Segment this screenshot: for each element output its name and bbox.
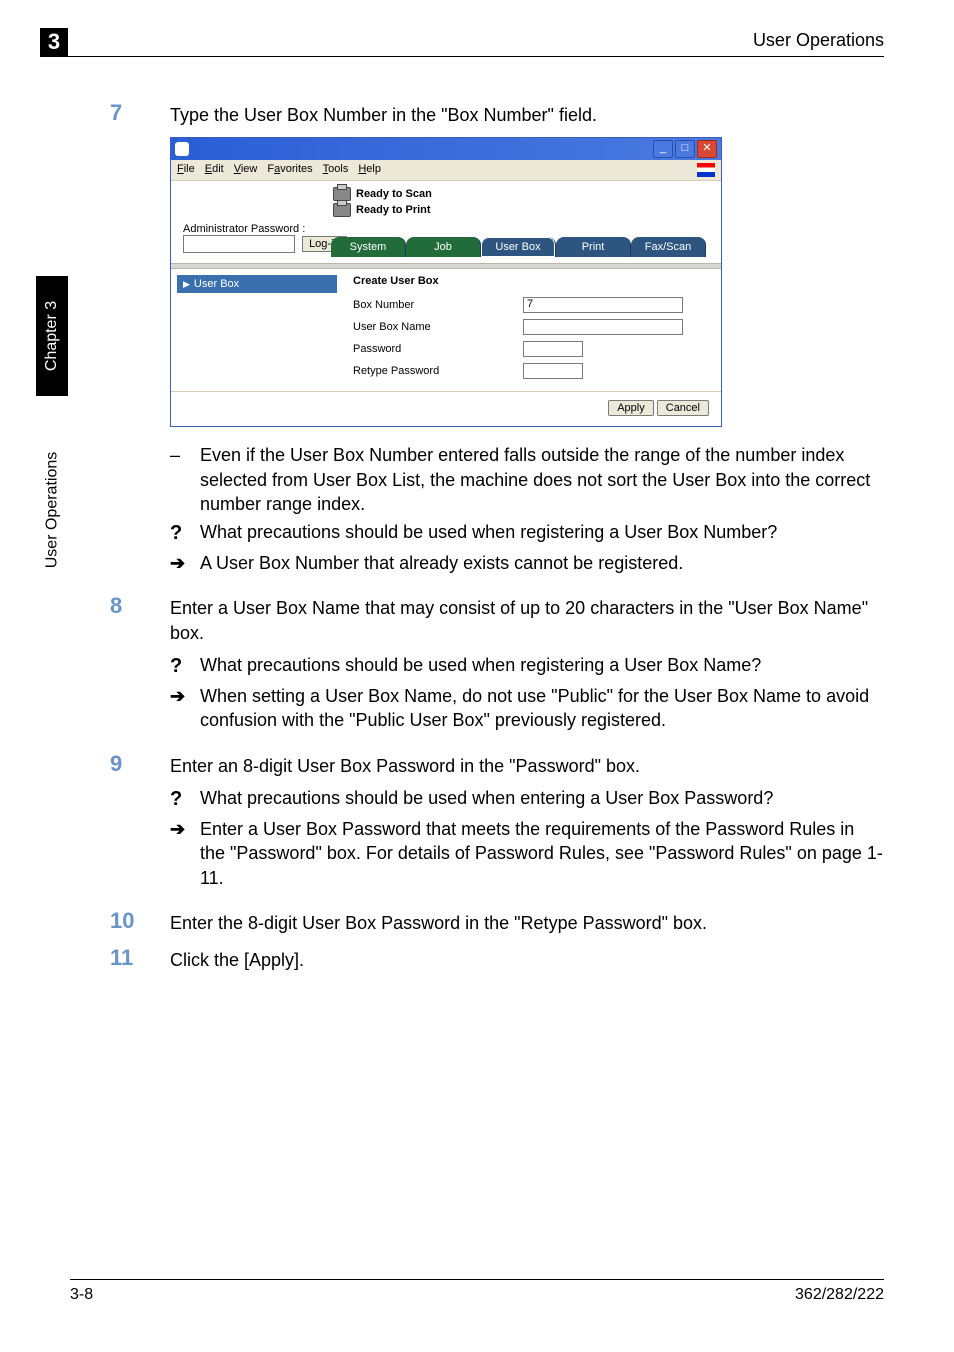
panel-title: Create User Box <box>353 275 711 287</box>
step9-question: What precautions should be used when ent… <box>200 786 884 813</box>
step-9: 9 Enter an 8-digit User Box Password in … <box>110 751 884 778</box>
step-number: 11 <box>110 945 170 972</box>
question-icon: ? <box>170 653 200 680</box>
arrow-icon: ➔ <box>170 551 200 575</box>
cancel-button[interactable]: Cancel <box>657 400 709 416</box>
side-chapter-label: Chapter 3 <box>43 301 61 371</box>
step7-answer: A User Box Number that already exists ca… <box>200 551 884 575</box>
step-7: 7 Type the User Box Number in the "Box N… <box>110 100 884 127</box>
printer-icon <box>333 187 351 201</box>
step-number: 9 <box>110 751 170 778</box>
status-print: Ready to Print <box>356 204 431 216</box>
window-titlebar: _ □ ✕ <box>171 138 721 160</box>
chapter-number-tab: 3 <box>40 28 68 56</box>
box-number-input[interactable]: 7 <box>523 297 683 313</box>
step-8: 8 Enter a User Box Name that may consist… <box>110 593 884 645</box>
minimize-button[interactable]: _ <box>653 140 673 158</box>
retype-password-input[interactable] <box>523 363 583 379</box>
user-box-name-input[interactable] <box>523 319 683 335</box>
dash-marker: – <box>170 443 200 516</box>
page-footer: 3-8 362/282/222 <box>70 1279 884 1304</box>
step-number: 7 <box>110 100 170 127</box>
sidebar-item-user-box[interactable]: User Box <box>177 275 337 293</box>
printer-icon <box>333 203 351 217</box>
retype-password-label: Retype Password <box>353 365 523 377</box>
nav-tabs: System Job User Box Print Fax/Scan <box>331 237 721 257</box>
admin-password-input[interactable] <box>183 235 295 253</box>
step-text: Enter the 8-digit User Box Password in t… <box>170 908 884 935</box>
admin-password-label: Administrator Password : <box>183 223 305 235</box>
browser-menubar: File Edit View Favorites Tools Help <box>171 160 721 181</box>
step-number: 10 <box>110 908 170 935</box>
user-box-name-label: User Box Name <box>353 321 523 333</box>
step9-answer: Enter a User Box Password that meets the… <box>200 817 884 890</box>
side-section-text: User Operations <box>36 405 68 615</box>
footer-page-number: 3-8 <box>70 1286 93 1304</box>
arrow-icon: ➔ <box>170 817 200 890</box>
menu-tools[interactable]: Tools <box>323 163 349 177</box>
printer-status-row: Ready to Scan Ready to Print <box>171 181 721 219</box>
step8-question: What precautions should be used when reg… <box>200 653 884 680</box>
step8-answer: When setting a User Box Name, do not use… <box>200 684 884 733</box>
step7-note: Even if the User Box Number entered fall… <box>200 443 884 516</box>
step7-question: What precautions should be used when reg… <box>200 520 884 547</box>
question-icon: ? <box>170 786 200 813</box>
side-section-label: User Operations <box>43 452 61 569</box>
menu-help[interactable]: Help <box>358 163 381 177</box>
tab-fax-scan[interactable]: Fax/Scan <box>631 237 706 257</box>
step-11: 11 Click the [Apply]. <box>110 945 884 972</box>
password-label: Password <box>353 343 523 355</box>
status-scan: Ready to Scan <box>356 188 432 200</box>
password-input[interactable] <box>523 341 583 357</box>
menu-favorites[interactable]: Favorites <box>267 163 312 177</box>
tab-job[interactable]: Job <box>406 237 481 257</box>
step-number: 8 <box>110 593 170 645</box>
box-number-label: Box Number <box>353 299 523 311</box>
maximize-button[interactable]: □ <box>675 140 695 158</box>
page-header-title: User Operations <box>753 30 884 51</box>
arrow-icon: ➔ <box>170 684 200 733</box>
close-button[interactable]: ✕ <box>697 140 717 158</box>
windows-flag-icon <box>697 163 715 177</box>
step-text: Click the [Apply]. <box>170 945 884 972</box>
step-10: 10 Enter the 8-digit User Box Password i… <box>110 908 884 935</box>
step-text: Enter an 8-digit User Box Password in th… <box>170 751 884 778</box>
tab-print[interactable]: Print <box>556 237 631 257</box>
tab-system[interactable]: System <box>331 237 406 257</box>
side-chapter-tab: Chapter 3 <box>36 276 68 396</box>
ie-icon <box>175 142 189 156</box>
apply-button[interactable]: Apply <box>608 400 654 416</box>
menu-edit[interactable]: Edit <box>205 163 224 177</box>
header-divider <box>40 56 884 57</box>
tab-user-box[interactable]: User Box <box>481 237 556 257</box>
step-text: Type the User Box Number in the "Box Num… <box>170 100 884 127</box>
menu-view[interactable]: View <box>234 163 258 177</box>
menu-file[interactable]: File <box>177 163 195 177</box>
question-icon: ? <box>170 520 200 547</box>
admin-password-area: Administrator Password : Log-in <box>183 223 347 253</box>
browser-window: _ □ ✕ File Edit View Favorites Tools Hel… <box>170 137 722 427</box>
footer-model-number: 362/282/222 <box>795 1286 884 1304</box>
step-text: Enter a User Box Name that may consist o… <box>170 593 884 645</box>
